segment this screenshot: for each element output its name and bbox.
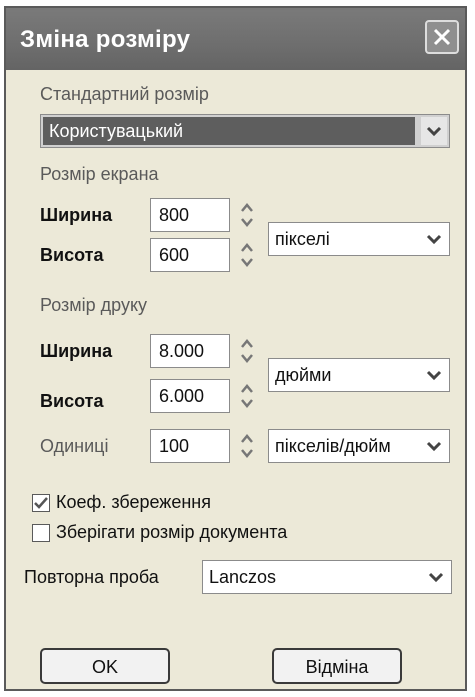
keep-doc-size-label[interactable]: Зберігати розмір документа [56, 522, 287, 543]
cancel-button-label: Відміна [305, 657, 369, 677]
print-width-label: Ширина [40, 341, 113, 361]
preset-label: Стандартний розмір [40, 84, 209, 104]
title-bar[interactable]: Зміна розміру [6, 8, 465, 70]
chevron-down-icon [426, 370, 442, 381]
screen-width-label: Ширина [40, 205, 113, 225]
resize-dialog: Зміна розміру Стандартний розмір Користу… [4, 6, 467, 691]
resolution-label: Одиниці [40, 436, 109, 456]
resample-select[interactable]: Lanczos [202, 560, 452, 594]
keep-doc-size-checkbox[interactable] [32, 524, 50, 542]
resolution-input[interactable]: 100 [150, 429, 230, 463]
resolution-units-select[interactable]: пікселів/дюйм [268, 429, 450, 463]
resolution-value: 100 [159, 436, 190, 456]
dialog-title: Зміна розміру [20, 26, 191, 53]
checkmark-icon [34, 497, 48, 509]
keep-ratio-label[interactable]: Коеф. збереження [56, 492, 211, 513]
screen-height-value: 600 [159, 245, 190, 265]
print-height-value: 6.000 [159, 386, 205, 406]
resolution-units-value: пікселів/дюйм [275, 436, 391, 456]
screen-height-label: Висота [40, 245, 104, 265]
screen-size-group-label: Розмір екрана [40, 164, 159, 184]
screen-width-input[interactable]: 800 [150, 198, 230, 232]
resample-label: Повторна проба [24, 567, 159, 587]
close-icon [433, 28, 451, 46]
print-size-group-label: Розмір друку [40, 295, 148, 315]
print-height-input[interactable]: 6.000 [150, 379, 230, 413]
print-width-spinner[interactable] [238, 334, 256, 368]
ok-button-label: OK [91, 657, 118, 677]
screen-width-spinner[interactable] [238, 198, 256, 232]
close-button[interactable] [425, 20, 459, 54]
resolution-spinner[interactable] [238, 429, 256, 463]
preset-value: Користувацький [49, 121, 184, 141]
resample-value: Lanczos [209, 567, 277, 587]
chevron-down-icon [421, 117, 447, 145]
screen-height-spinner[interactable] [238, 238, 256, 272]
chevron-down-icon [426, 234, 442, 245]
print-height-label: Висота [40, 391, 104, 411]
print-units-select[interactable]: дюйми [268, 358, 450, 392]
screen-height-input[interactable]: 600 [150, 238, 230, 272]
cancel-button[interactable]: Відміна [272, 648, 402, 684]
chevron-down-icon [426, 441, 442, 452]
screen-units-select[interactable]: пікселі [268, 222, 450, 256]
preset-select[interactable]: Користувацький [40, 114, 450, 148]
screen-width-value: 800 [159, 205, 190, 225]
print-height-spinner[interactable] [238, 379, 256, 413]
print-width-input[interactable]: 8.000 [150, 334, 230, 368]
screen-units-value: пікселі [275, 229, 330, 249]
chevron-down-icon [428, 572, 444, 583]
print-units-value: дюйми [275, 365, 332, 385]
print-width-value: 8.000 [159, 341, 205, 361]
keep-ratio-checkbox[interactable] [32, 494, 50, 512]
ok-button[interactable]: OK [40, 648, 170, 684]
